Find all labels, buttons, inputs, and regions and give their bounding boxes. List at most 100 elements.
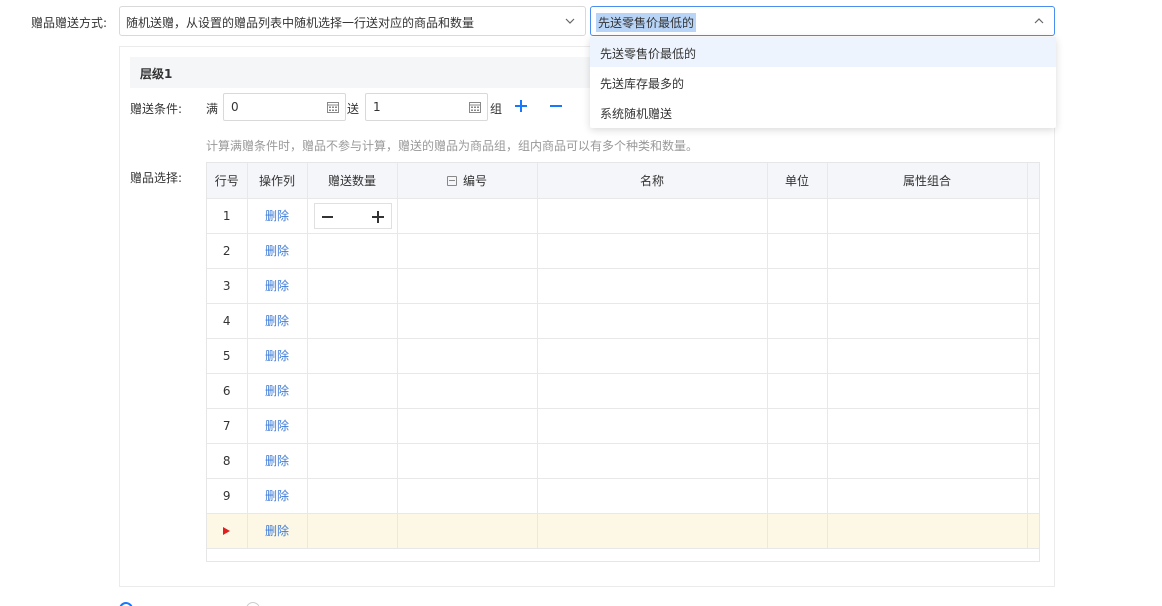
header-quantity: 赠送数量 <box>307 163 398 199</box>
attributes-cell[interactable] <box>827 443 1028 479</box>
attributes-cell[interactable] <box>827 233 1028 269</box>
radio-button[interactable] <box>246 602 260 606</box>
attributes-cell[interactable] <box>827 338 1028 374</box>
name-cell[interactable] <box>537 478 768 514</box>
code-cell[interactable] <box>397 268 538 304</box>
delete-link[interactable]: 删除 <box>247 408 308 444</box>
unit-cell[interactable] <box>767 478 828 514</box>
unit-cell[interactable] <box>767 408 828 444</box>
delete-link[interactable]: 删除 <box>247 478 308 514</box>
unit-cell[interactable] <box>767 513 828 549</box>
name-cell[interactable] <box>537 513 768 549</box>
quantity-cell[interactable] <box>307 338 398 374</box>
level-title: 层级1 <box>140 67 173 81</box>
attributes-cell[interactable] <box>827 408 1028 444</box>
name-cell[interactable] <box>537 408 768 444</box>
code-cell[interactable] <box>397 338 538 374</box>
name-cell[interactable] <box>537 443 768 479</box>
delete-link[interactable]: 删除 <box>247 303 308 339</box>
unit-cell[interactable] <box>767 373 828 409</box>
column-filter-icon[interactable] <box>446 175 457 186</box>
dropdown-option-lowest-price[interactable]: 先送零售价最低的 <box>590 37 1056 67</box>
attributes-cell[interactable] <box>827 373 1028 409</box>
attributes-cell[interactable] <box>827 198 1028 234</box>
code-cell[interactable] <box>397 198 538 234</box>
name-cell[interactable] <box>537 373 768 409</box>
quantity-cell[interactable] <box>307 268 398 304</box>
unit-cell[interactable] <box>767 443 828 479</box>
dropdown-option-random[interactable]: 系统随机赠送 <box>590 97 1056 127</box>
table-row[interactable]: 5 删除 <box>207 338 1039 374</box>
delete-link[interactable]: 删除 <box>247 443 308 479</box>
row-number: 2 <box>207 233 248 269</box>
quantity-cell[interactable] <box>307 443 398 479</box>
quantity-cell <box>307 198 398 234</box>
table-row[interactable]: 9 删除 <box>207 478 1039 514</box>
dropdown-option-most-stock[interactable]: 先送库存最多的 <box>590 67 1056 97</box>
gift-mode-select-value: 随机送赠，从设置的赠品列表中随机选择一行送对应的商品和数量 <box>126 16 475 30</box>
table-row[interactable]: 4 删除 <box>207 303 1039 339</box>
delete-link[interactable]: 删除 <box>247 513 308 549</box>
delete-link[interactable]: 删除 <box>247 373 308 409</box>
code-cell[interactable] <box>397 408 538 444</box>
attributes-cell[interactable] <box>827 268 1028 304</box>
header-name: 名称 <box>537 163 768 199</box>
header-unit: 单位 <box>767 163 828 199</box>
song-input-value: 1 <box>373 100 381 114</box>
quantity-stepper[interactable] <box>313 202 392 229</box>
code-cell[interactable] <box>397 233 538 269</box>
gift-mode-select[interactable]: 随机送赠，从设置的赠品列表中随机选择一行送对应的商品和数量 <box>119 6 586 36</box>
code-cell[interactable] <box>397 373 538 409</box>
header-action: 操作列 <box>247 163 308 199</box>
quantity-cell[interactable] <box>307 408 398 444</box>
code-cell[interactable] <box>397 513 538 549</box>
header-code[interactable]: 编号 <box>397 163 538 199</box>
table-row[interactable]: 3 删除 <box>207 268 1039 304</box>
code-cell[interactable] <box>397 478 538 514</box>
row-marker <box>207 513 248 549</box>
chevron-down-icon <box>565 18 575 24</box>
table-row[interactable]: 8 删除 <box>207 443 1039 479</box>
attributes-cell[interactable] <box>827 478 1028 514</box>
unit-cell[interactable] <box>767 268 828 304</box>
unit-cell[interactable] <box>767 233 828 269</box>
name-cell[interactable] <box>537 303 768 339</box>
attributes-cell[interactable] <box>827 303 1028 339</box>
quantity-cell[interactable] <box>307 303 398 339</box>
gift-select-label: 赠品选择: <box>130 171 183 185</box>
quantity-cell[interactable] <box>307 373 398 409</box>
triangle-right-icon <box>223 526 231 535</box>
attributes-cell[interactable] <box>827 513 1028 549</box>
delete-link[interactable]: 删除 <box>247 233 308 269</box>
unit-cell[interactable] <box>767 198 828 234</box>
quantity-cell[interactable] <box>307 478 398 514</box>
table-row[interactable]: 1 删除 <box>207 198 1039 234</box>
gift-mode-label: 赠品赠送方式: <box>31 16 108 30</box>
table-row[interactable]: 2 删除 <box>207 233 1039 269</box>
code-cell[interactable] <box>397 443 538 479</box>
song-input[interactable]: 1 <box>365 93 488 121</box>
delete-link[interactable]: 删除 <box>247 268 308 304</box>
quantity-cell[interactable] <box>307 233 398 269</box>
unit-cell[interactable] <box>767 338 828 374</box>
radio-button[interactable] <box>119 602 133 606</box>
quantity-cell[interactable] <box>307 513 398 549</box>
name-cell[interactable] <box>537 198 768 234</box>
minus-icon[interactable] <box>321 215 333 218</box>
name-cell[interactable] <box>537 268 768 304</box>
plus-icon[interactable] <box>514 99 528 113</box>
delete-link[interactable]: 删除 <box>247 338 308 374</box>
calendar-icon[interactable] <box>469 101 481 113</box>
table-row[interactable]: 7 删除 <box>207 408 1039 444</box>
table-row-active[interactable]: 删除 <box>207 513 1039 549</box>
name-cell[interactable] <box>537 338 768 374</box>
name-cell[interactable] <box>537 233 768 269</box>
minus-icon[interactable] <box>549 99 563 113</box>
gift-rule-select[interactable]: 先送零售价最低的 <box>590 6 1055 36</box>
delete-link[interactable]: 删除 <box>247 198 308 234</box>
man-input[interactable]: 0 <box>223 93 346 121</box>
code-cell[interactable] <box>397 303 538 339</box>
calendar-icon[interactable] <box>327 101 339 113</box>
unit-cell[interactable] <box>767 303 828 339</box>
table-row[interactable]: 6 删除 <box>207 373 1039 409</box>
